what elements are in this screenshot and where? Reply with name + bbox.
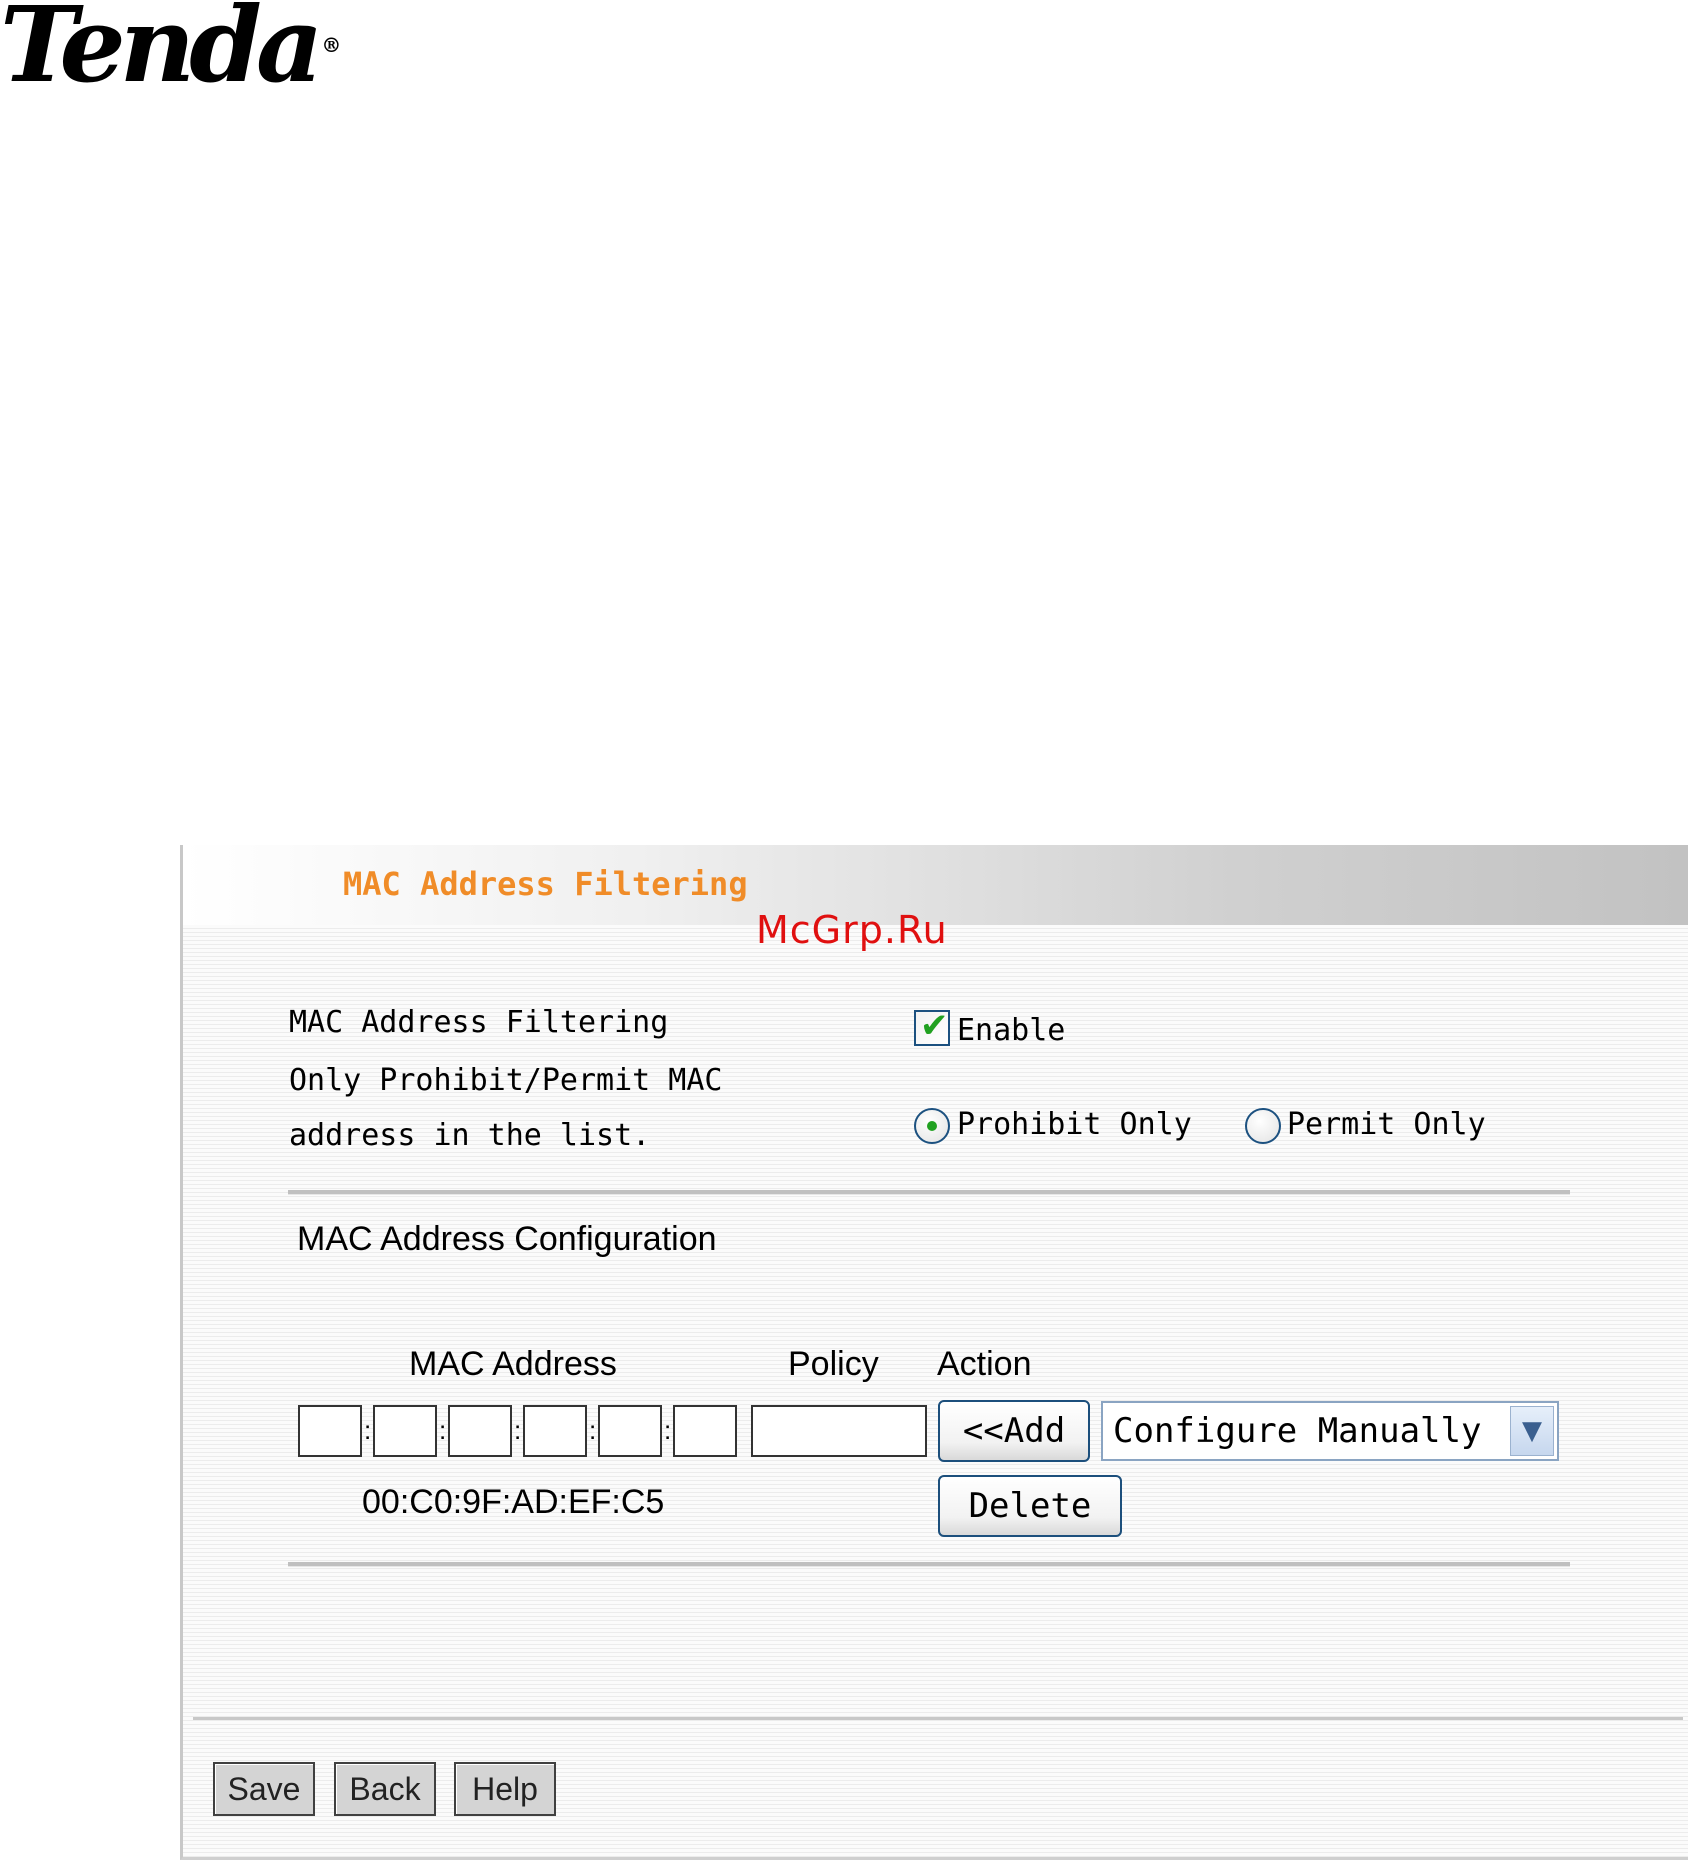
mac-octet-1-input[interactable]	[298, 1405, 362, 1457]
help-button[interactable]: Help	[454, 1762, 556, 1816]
listed-mac-address: 00:C0:9F:AD:EF:C5	[362, 1483, 665, 1521]
mac-separator: :	[364, 1415, 372, 1445]
mac-octet-4-input[interactable]	[523, 1405, 587, 1457]
mac-column-header: MAC Address	[409, 1345, 617, 1383]
add-button[interactable]: <<Add	[938, 1400, 1090, 1462]
divider-top	[288, 1190, 1570, 1195]
mac-separator: :	[589, 1415, 597, 1445]
footer-divider	[193, 1717, 1683, 1720]
mac-octet-6-input[interactable]	[673, 1405, 737, 1457]
panel-title: MAC Address Filtering	[343, 865, 748, 903]
configure-select[interactable]: Configure Manually ▼	[1101, 1401, 1559, 1461]
watermark: McGrp.Ru	[756, 908, 948, 952]
mac-octet-2-input[interactable]	[373, 1405, 437, 1457]
check-icon: ✔	[920, 1006, 949, 1046]
select-value: Configure Manually	[1113, 1411, 1482, 1451]
permit-only-label: Permit Only	[1287, 1107, 1486, 1142]
permit-only-radio[interactable]	[1245, 1108, 1281, 1144]
policy-input[interactable]	[751, 1405, 927, 1457]
divider-bottom	[288, 1562, 1570, 1567]
filtering-label: MAC Address Filtering	[289, 1005, 669, 1040]
mac-separator: :	[439, 1415, 447, 1445]
mac-separator: :	[514, 1415, 522, 1445]
policy-column-header: Policy	[788, 1345, 879, 1383]
save-button[interactable]: Save	[213, 1762, 315, 1816]
mac-octet-5-input[interactable]	[598, 1405, 662, 1457]
radio-selected-dot	[927, 1121, 937, 1131]
tenda-logo: Tenda ®	[0, 0, 342, 106]
prohibit-only-label: Prohibit Only	[957, 1107, 1192, 1142]
mac-separator: :	[664, 1415, 672, 1445]
policy-mode-label-1: Only Prohibit/Permit MAC	[289, 1063, 723, 1098]
prohibit-only-radio[interactable]	[914, 1108, 950, 1144]
delete-button[interactable]: Delete	[938, 1475, 1122, 1537]
back-button[interactable]: Back	[334, 1762, 436, 1816]
enable-checkbox[interactable]: ✔	[914, 1006, 950, 1046]
config-section-title: MAC Address Configuration	[297, 1220, 717, 1258]
action-column-header: Action	[937, 1345, 1032, 1383]
mac-octet-3-input[interactable]	[448, 1405, 512, 1457]
mac-filter-panel: MAC Address Filtering McGrp.Ru MAC Addre…	[180, 845, 1688, 1860]
chevron-down-icon[interactable]: ▼	[1510, 1406, 1554, 1456]
enable-label: Enable	[957, 1013, 1066, 1048]
policy-mode-label-2: address in the list.	[289, 1118, 651, 1153]
